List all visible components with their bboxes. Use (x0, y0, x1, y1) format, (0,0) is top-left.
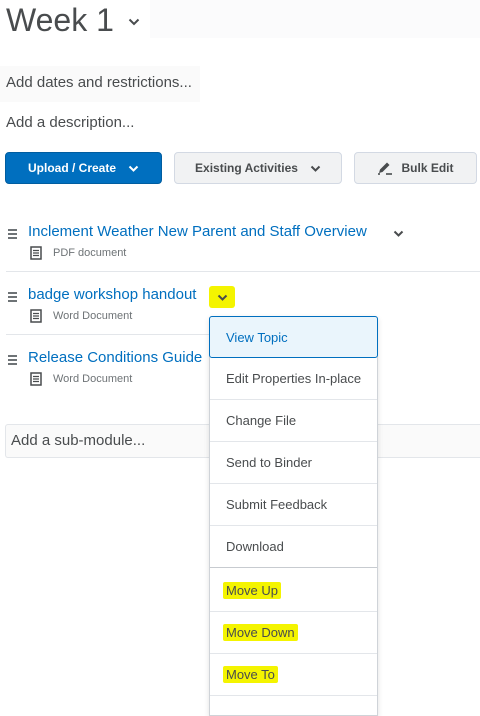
menu-item-label: Edit Properties In-place (226, 371, 362, 386)
topic-title-link[interactable]: badge workshop handout (28, 286, 196, 303)
menu-item-label: Submit Feedback (226, 497, 328, 512)
existing-activities-label: Existing Activities (195, 161, 298, 175)
menu-item-move-down[interactable]: Move Down (210, 612, 377, 654)
bulk-edit-button[interactable]: Bulk Edit (354, 152, 477, 184)
module-title-row: Week 1 (6, 0, 140, 40)
topic-type-label: Word Document (53, 310, 133, 322)
menu-item-edit-properties[interactable]: Edit Properties In-place (210, 358, 377, 400)
title-background (150, 0, 480, 38)
bulk-edit-label: Bulk Edit (401, 161, 454, 175)
topic-item[interactable]: Inclement Weather New Parent and Staff O… (0, 223, 480, 267)
upload-create-label: Upload / Create (27, 161, 117, 175)
menu-item-label: Download (226, 539, 284, 554)
menu-item-label: Move To (223, 666, 278, 683)
document-icon (30, 246, 42, 265)
chevron-down-icon (128, 165, 139, 172)
menu-item-send-to-binder[interactable]: Send to Binder (210, 442, 377, 484)
document-icon (30, 372, 42, 391)
pencil-icon (377, 161, 393, 175)
divider (6, 334, 209, 335)
topic-title-link[interactable]: Release Conditions Guide (28, 349, 202, 366)
topic-type-label: PDF document (53, 247, 127, 259)
topic-type-label: Word Document (53, 373, 133, 385)
divider (6, 271, 480, 272)
drag-handle-icon[interactable] (8, 229, 17, 241)
upload-create-button[interactable]: Upload / Create (5, 152, 162, 184)
menu-item-download[interactable]: Download (210, 526, 377, 568)
menu-item-change-file[interactable]: Change File (210, 400, 377, 442)
add-dates-link[interactable]: Add dates and restrictions... (6, 74, 192, 91)
chevron-down-icon[interactable] (209, 286, 235, 308)
menu-item-label: Send to Binder (226, 455, 313, 470)
menu-item-move-up[interactable]: Move Up (210, 570, 377, 612)
page-title: Week 1 (6, 2, 114, 38)
topic-context-menu: View Topic Edit Properties In-place Chan… (209, 316, 378, 716)
chevron-down-icon[interactable] (390, 225, 406, 241)
existing-activities-button[interactable]: Existing Activities (174, 152, 342, 184)
topic-title-link[interactable]: Inclement Weather New Parent and Staff O… (28, 223, 367, 240)
chevron-down-icon (310, 165, 321, 172)
menu-item-move-to[interactable]: Move To (210, 654, 377, 696)
menu-item-label: View Topic (226, 329, 288, 345)
add-description-field[interactable]: Add a description... (6, 114, 134, 131)
menu-item-label: Change File (226, 413, 297, 428)
drag-handle-icon[interactable] (8, 355, 17, 367)
menu-item-label: Move Up (223, 582, 282, 599)
menu-item-label: Move Down (223, 624, 298, 641)
menu-item-view-topic[interactable]: View Topic (209, 316, 378, 358)
document-icon (30, 309, 42, 328)
chevron-down-icon[interactable] (128, 18, 140, 26)
drag-handle-icon[interactable] (8, 292, 17, 304)
menu-item-submit-feedback[interactable]: Submit Feedback (210, 484, 377, 526)
